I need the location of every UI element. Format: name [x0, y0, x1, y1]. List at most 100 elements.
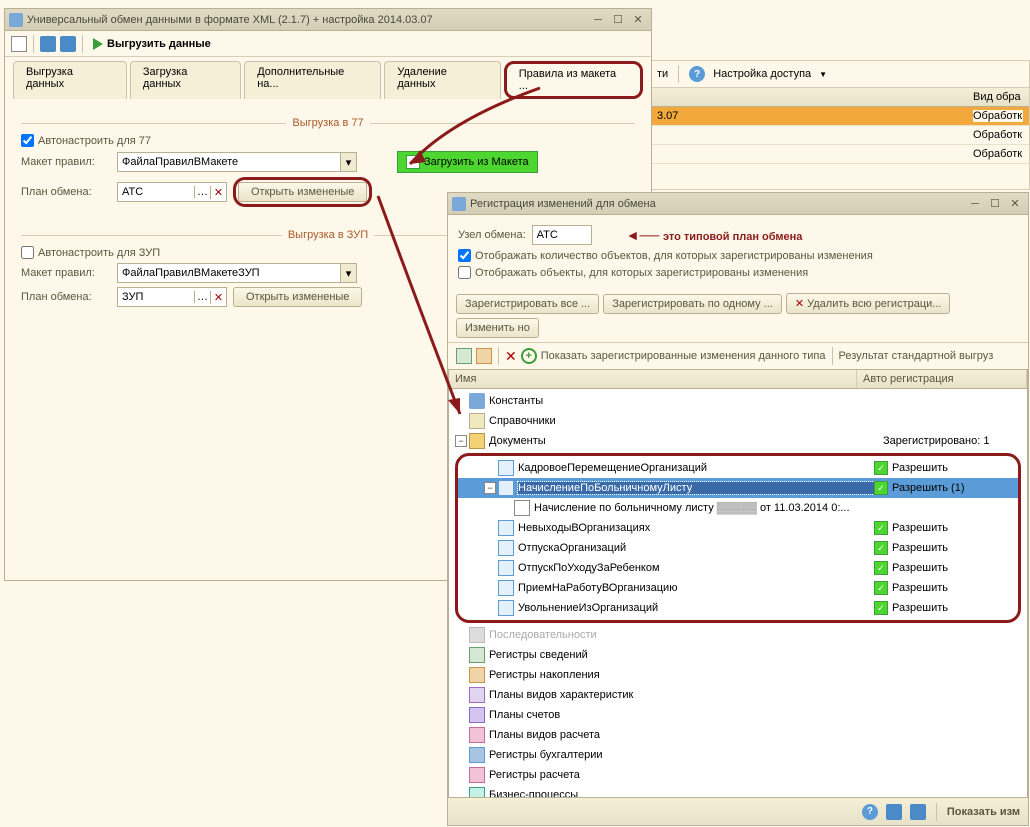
tree-doc-row-selected[interactable]: −НачислениеПоБольничномуЛисту✓Разрешить … [458, 478, 1018, 498]
clear-button[interactable]: ✕ [210, 186, 226, 199]
tab-additional[interactable]: Дополнительные на... [244, 61, 381, 99]
doc-icon [498, 560, 514, 576]
doc-icon [498, 460, 514, 476]
calc-icon [469, 727, 485, 743]
window-footer: ? Показать изм [448, 797, 1028, 825]
tree-icon-1[interactable] [456, 348, 472, 364]
minimize-button[interactable]: ─ [966, 197, 984, 211]
plus-icon[interactable]: + [521, 348, 537, 364]
bg-row-selected[interactable]: 3.07 Обработк [651, 107, 1029, 126]
folder-icon [469, 433, 485, 449]
group-title-77: Выгрузка в 77 [286, 117, 369, 129]
tool-icon-2[interactable] [60, 36, 76, 52]
background-panel: ти ? Настройка доступа ▼ Вид обра 3.07 О… [650, 60, 1030, 190]
registration-toolbar-2: ✕ + Показать зарегистрированные изменени… [448, 343, 1028, 369]
accum-icon [469, 667, 485, 683]
expander[interactable]: − [455, 435, 467, 447]
register-all-button[interactable]: Зарегистрировать все ... [456, 294, 599, 314]
window-title: Универсальный обмен данными в формате XM… [27, 14, 589, 26]
close-button[interactable]: ✕ [629, 13, 647, 27]
show-registered-link[interactable]: Показать зарегистрированные изменения да… [541, 350, 826, 362]
rules-dropdown-zup[interactable]: ФайлаПравилВМакетеЗУП ▾ [117, 263, 357, 283]
autoconf-77-checkbox[interactable]: Автонастроить для 77 [21, 134, 151, 147]
app-icon [452, 197, 466, 211]
tool-icon-1[interactable] [40, 36, 56, 52]
column-name[interactable]: Имя [449, 370, 857, 388]
chevron-down-icon[interactable]: ▾ [340, 153, 356, 171]
tab-import[interactable]: Загрузка данных [130, 61, 241, 99]
play-icon [93, 38, 103, 50]
plan-input-77[interactable]: АТС … ✕ [117, 182, 227, 202]
reg-icon [469, 647, 485, 663]
expander[interactable]: − [484, 482, 496, 494]
bg-row[interactable]: Обработк [651, 145, 1029, 164]
open-changes-button-zup[interactable]: Открыть измененые [233, 287, 362, 307]
tree-icon-2[interactable] [476, 348, 492, 364]
ellipsis-button[interactable]: … [194, 186, 210, 198]
seq-icon [469, 627, 485, 643]
chevron-down-icon[interactable]: ▾ [340, 264, 356, 282]
footer-icon-2[interactable] [910, 804, 926, 820]
annotation-text: ◄── это типовой план обмена [626, 227, 803, 243]
tab-export[interactable]: Выгрузка данных [13, 61, 127, 99]
tab-layout-rules[interactable]: Правила из макета ... [504, 61, 643, 99]
check-icon: ✓ [874, 561, 888, 575]
bg-col-label: ти [657, 68, 668, 80]
delete-all-button[interactable]: ✕ Удалить всю регистраци... [786, 293, 951, 314]
tree-doc-row[interactable]: КадровоеПеремещениеОрганизаций✓Разрешить [458, 458, 1018, 478]
object-tree[interactable]: Константы Справочники −ДокументыЗарегист… [449, 389, 1027, 798]
register-one-button[interactable]: Зарегистрировать по одному ... [603, 294, 782, 314]
plan-input-zup[interactable]: ЗУП … ✕ [117, 287, 227, 307]
check-icon: ✓ [874, 461, 888, 475]
rules-dropdown-77[interactable]: ФайлаПравилВМакете ▾ [117, 152, 357, 172]
footer-icon-1[interactable] [886, 804, 902, 820]
help-icon[interactable]: ? [689, 66, 705, 82]
layout-icon [406, 155, 420, 169]
tab-delete[interactable]: Удаление данных [384, 61, 500, 99]
page-icon[interactable] [11, 36, 27, 52]
plan-label-77: План обмена: [21, 186, 111, 198]
help-icon[interactable]: ? [862, 804, 878, 820]
exchange-node-input[interactable]: АТС [532, 225, 592, 245]
tt-icon [469, 707, 485, 723]
column-auto[interactable]: Авто регистрация [857, 370, 1027, 388]
ellipsis-button[interactable]: … [194, 291, 210, 303]
tree-doc-row[interactable]: НевыходыВОрганизациях✓Разрешить [458, 518, 1018, 538]
check-icon: ✓ [874, 541, 888, 555]
load-from-layout-button[interactable]: Загрузить из Макета [397, 151, 538, 173]
tree-doc-row[interactable]: ОтпускаОрганизаций✓Разрешить [458, 538, 1018, 558]
group-title-zup: Выгрузка в ЗУП [282, 229, 374, 241]
clear-button[interactable]: ✕ [210, 291, 226, 304]
bg-access-label[interactable]: Настройка доступа [713, 68, 811, 80]
tree-doc-child[interactable]: Начисление по больничному листу ▓▓▓▓▓ от… [458, 498, 1018, 518]
maximize-button[interactable]: ☐ [609, 13, 627, 27]
bg-row[interactable]: Обработк [651, 126, 1029, 145]
plan-label-zup: План обмена: [21, 291, 111, 303]
check-icon: ✓ [874, 481, 888, 495]
constants-icon [469, 393, 485, 409]
close-icon[interactable]: ✕ [505, 348, 517, 365]
show-count-checkbox[interactable]: Отображать количество объектов, для кото… [458, 249, 873, 262]
titlebar-2: Регистрация изменений для обмена ─ ☐ ✕ [448, 193, 1028, 215]
doc-icon [498, 600, 514, 616]
exchange-node-label: Узел обмена: [458, 229, 526, 241]
standard-export-result-link[interactable]: Результат стандартной выгруз [839, 350, 994, 362]
tree-doc-row[interactable]: ПриемНаРаботуВОрганизацию✓Разрешить [458, 578, 1018, 598]
close-button[interactable]: ✕ [1006, 197, 1024, 211]
char-icon [469, 687, 485, 703]
show-objects-checkbox[interactable]: Отображать объекты, для которых зарегист… [458, 266, 808, 279]
registration-toolbar: Зарегистрировать все ... Зарегистрироват… [448, 289, 1028, 343]
autoconf-zup-checkbox[interactable]: Автонастроить для ЗУП [21, 246, 160, 259]
change-number-button[interactable]: Изменить но [456, 318, 539, 338]
tree-doc-row[interactable]: ОтпускПоУходуЗаРебенком✓Разрешить [458, 558, 1018, 578]
export-data-button[interactable]: Выгрузить данные [89, 36, 215, 52]
window-registration: Регистрация изменений для обмена ─ ☐ ✕ У… [447, 192, 1029, 826]
main-toolbar: Выгрузить данные [5, 31, 651, 57]
show-changes-button[interactable]: Показать изм [947, 806, 1020, 818]
check-icon: ✓ [874, 521, 888, 535]
open-changes-button-77[interactable]: Открыть измененые [238, 182, 367, 202]
maximize-button[interactable]: ☐ [986, 197, 1004, 211]
tree-doc-row[interactable]: УвольнениеИзОрганизаций✓Разрешить [458, 598, 1018, 618]
minimize-button[interactable]: ─ [589, 13, 607, 27]
app-icon [9, 13, 23, 27]
